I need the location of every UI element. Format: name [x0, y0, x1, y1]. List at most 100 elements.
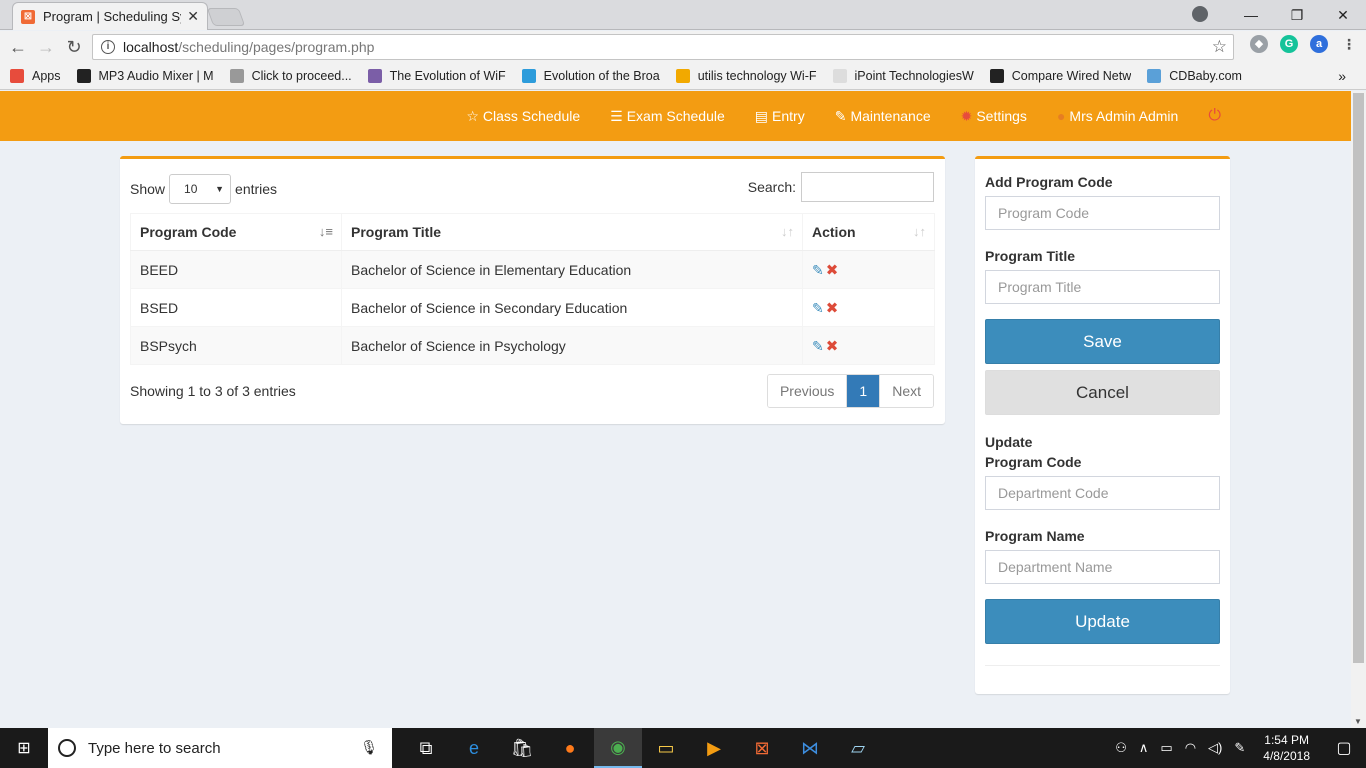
new-tab-button[interactable] [206, 8, 246, 26]
nav-exam-schedule[interactable]: ☰ Exam Schedule [610, 108, 725, 125]
show-hidden-icon[interactable]: ∧ [1139, 740, 1149, 756]
apps-grid-icon [10, 69, 24, 83]
taskbar-search[interactable]: Type here to search 🎙 [48, 728, 392, 768]
program-title-input[interactable]: Program Title [985, 270, 1220, 304]
store-icon[interactable]: 🛍 [498, 728, 546, 768]
close-tab-icon[interactable]: ✕ [187, 8, 199, 25]
restore-icon[interactable]: ❐ [1274, 0, 1320, 30]
bookmark-label: The Evolution of WiF [389, 69, 506, 83]
table-search: Search: [748, 172, 934, 202]
delete-icon[interactable]: ✖ [826, 262, 839, 279]
media-player-icon[interactable]: ▶ [690, 728, 738, 768]
nav-entry[interactable]: ▤ Entry [755, 108, 805, 125]
bookmark-item[interactable]: Apps [10, 69, 61, 83]
page-1-button[interactable]: 1 [847, 375, 880, 407]
power-icon[interactable]: ⏻ [1208, 107, 1221, 125]
browser-tab[interactable]: ⊠ Program | Scheduling Sys ✕ [12, 2, 208, 30]
minimize-icon[interactable]: — [1228, 0, 1274, 30]
bookmark-item[interactable]: Evolution of the Broa [521, 69, 660, 83]
cell-action: ✎ ✖ [802, 326, 935, 365]
header-program-code[interactable]: Program Code ↓≡ [130, 213, 342, 251]
nav-user[interactable]: ● Mrs Admin Admin [1057, 108, 1178, 124]
cancel-button[interactable]: Cancel [985, 370, 1220, 415]
delete-icon[interactable]: ✖ [826, 338, 839, 355]
edit-icon[interactable]: ✎ [812, 262, 824, 278]
firefox-icon[interactable]: ● [546, 728, 594, 768]
extension-icons: ◆ G a ⋮ [1250, 35, 1358, 53]
table-row: BEED Bachelor of Science in Elementary Ed… [130, 250, 935, 289]
cell-program-title: Bachelor of Science in Elementary Educat… [341, 250, 803, 289]
xampp-icon[interactable]: ⊠ [738, 728, 786, 768]
pen-icon[interactable]: ✎ [1234, 740, 1245, 756]
programs-table-box: Show 10 ▼ entries Search: Program Code ↓≡ … [120, 156, 945, 424]
bookmark-label: Click to proceed... [251, 69, 352, 83]
edit-icon[interactable]: ✎ [812, 300, 824, 316]
menu-dots-icon[interactable]: ⋮ [1340, 35, 1358, 53]
scrollbar-thumb[interactable] [1353, 93, 1364, 663]
notepad-icon[interactable]: ▱ [834, 728, 882, 768]
microphone-icon[interactable]: 🎙 [360, 739, 378, 756]
cortana-icon [58, 739, 76, 757]
nav-maintenance[interactable]: ✎ Maintenance [835, 108, 931, 125]
account-extension-icon[interactable]: a [1310, 35, 1328, 53]
notifications-icon[interactable]: ▢ [1322, 738, 1366, 758]
info-icon[interactable]: i [101, 40, 115, 54]
cell-program-code: BSPsych [130, 326, 342, 365]
clock[interactable]: 1:54 PM 4/8/2018 [1263, 732, 1310, 764]
bookmark-item[interactable]: The Evolution of WiF [367, 69, 506, 83]
header-action[interactable]: Action ↓↑ [802, 213, 935, 251]
delete-icon[interactable]: ✖ [826, 300, 839, 317]
back-icon[interactable]: ← [4, 37, 32, 58]
entries-length-select[interactable]: 10 ▼ [169, 174, 232, 204]
volume-icon[interactable]: ◁) [1208, 740, 1222, 756]
bookmark-star-icon[interactable]: ☆ [1212, 37, 1227, 57]
battery-icon[interactable]: ▭ [1160, 740, 1172, 756]
scroll-down-icon[interactable]: ▼ [1354, 717, 1362, 726]
program-form-box: Add Program Code Program Code Program Ti… [975, 156, 1230, 694]
bookmark-item[interactable]: CDBaby.com [1147, 69, 1242, 83]
bookmark-item[interactable]: Compare Wired Netw [989, 69, 1131, 83]
cell-program-title: Bachelor of Science in Secondary Educati… [341, 288, 803, 327]
windows-start-icon[interactable]: ⊞ [0, 728, 48, 768]
visual-studio-icon[interactable]: ⋈ [786, 728, 834, 768]
task-view-icon[interactable]: ⧉ [402, 728, 450, 768]
department-name-input[interactable]: Department Name [985, 550, 1220, 584]
program-code-input[interactable]: Program Code [985, 196, 1220, 230]
wifi-icon[interactable]: ◠ [1185, 740, 1196, 756]
bookmark-item[interactable]: utilis technology Wi-F [675, 69, 817, 83]
save-button[interactable]: Save [985, 319, 1220, 364]
search-input[interactable] [801, 172, 934, 202]
forward-icon[interactable]: → [32, 37, 60, 58]
table-row: BSPsych Bachelor of Science in Psychology… [130, 326, 935, 365]
department-code-input[interactable]: Department Code [985, 476, 1220, 510]
bookmark-label: MP3 Audio Mixer | M [98, 69, 214, 83]
profile-icon[interactable] [1192, 6, 1208, 22]
reload-icon[interactable]: ↻ [60, 37, 88, 58]
edit-icon[interactable]: ✎ [812, 338, 824, 354]
extension-icon[interactable]: ◆ [1250, 35, 1268, 53]
u-icon [675, 69, 690, 83]
update-button[interactable]: Update [985, 599, 1220, 644]
chrome-icon[interactable]: ◉ [594, 728, 642, 768]
header-program-title[interactable]: Program Title ↓↑ [341, 213, 803, 251]
address-bar[interactable]: i localhost/scheduling/pages/program.php… [92, 34, 1234, 60]
nav-settings[interactable]: ✹ Settings [961, 108, 1027, 125]
clock-date: 4/8/2018 [1263, 749, 1310, 763]
page-scrollbar[interactable]: ▲ ▼ [1351, 91, 1366, 728]
file-explorer-icon[interactable]: ▭ [642, 728, 690, 768]
edge-icon[interactable]: e [450, 728, 498, 768]
next-page-button[interactable]: Next [879, 375, 933, 407]
close-window-icon[interactable]: ✕ [1320, 0, 1366, 30]
previous-page-button[interactable]: Previous [767, 375, 848, 407]
browser-toolbar: ← → ↻ i localhost/scheduling/pages/progr… [0, 31, 1366, 63]
grammarly-icon[interactable]: G [1280, 35, 1298, 53]
bookmark-item[interactable]: iPoint TechnologiesW [832, 69, 974, 83]
add-program-code-label: Add Program Code [985, 174, 1113, 190]
ipoint-icon [832, 69, 847, 83]
more-bookmarks-icon[interactable]: » [1338, 68, 1346, 84]
people-icon[interactable]: ⚇ [1115, 740, 1127, 756]
windows-taskbar: ⊞ Type here to search 🎙 ⧉ e 🛍 ● ◉ ▭ ▶ ⊠ … [0, 728, 1366, 768]
bookmark-item[interactable]: MP3 Audio Mixer | M [76, 69, 214, 83]
nav-class-schedule[interactable]: ☆ Class Schedule [466, 108, 580, 125]
bookmark-item[interactable]: Click to proceed... [229, 69, 352, 83]
